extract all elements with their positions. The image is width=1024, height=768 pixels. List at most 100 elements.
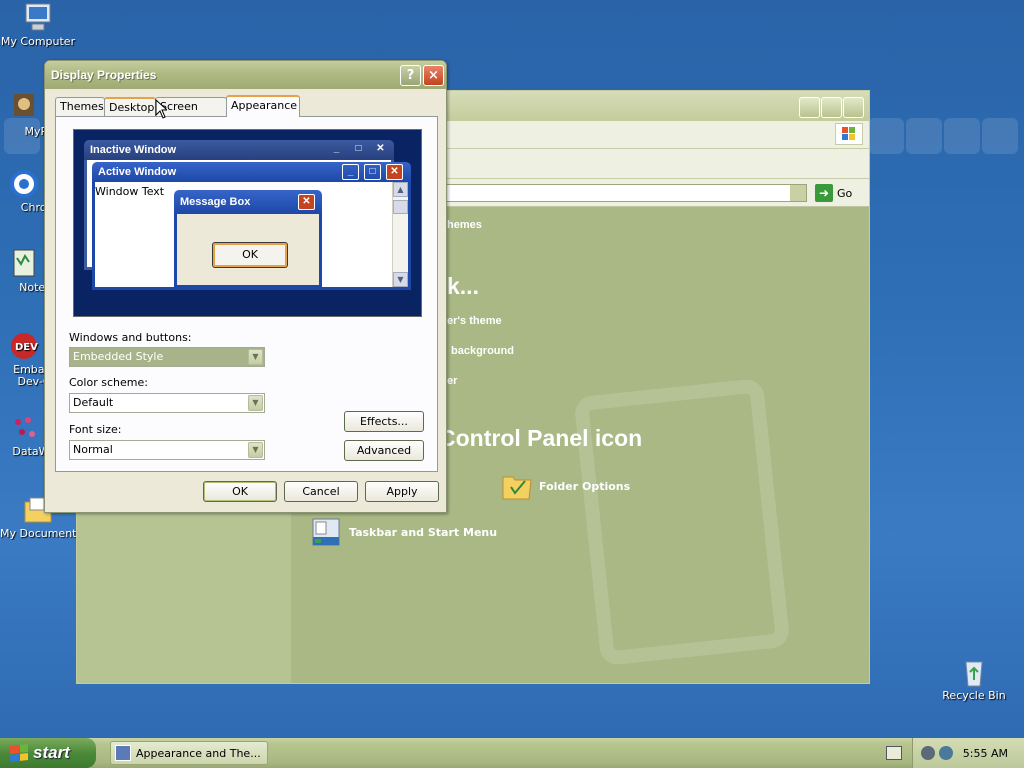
go-arrow-icon: ➜: [815, 184, 833, 202]
mouse-cursor-icon: [155, 98, 169, 122]
desktop-icon-label: My Documents: [0, 528, 76, 540]
scroll-up-icon: ▲: [393, 182, 408, 197]
preview-message-box: Message Box ✕ OK: [174, 190, 322, 290]
clock[interactable]: 5:55 AM: [963, 747, 1008, 760]
task-change-background[interactable]: background: [451, 345, 514, 357]
tab-strip: Themes Desktop Screen Saver Appearance: [55, 95, 300, 131]
preview-ok-button: OK: [212, 242, 288, 268]
desktop-icon-recycle-bin[interactable]: Recycle Bin: [936, 656, 1012, 702]
preview-msgbox-body: OK: [174, 214, 322, 288]
appearance-panel: Inactive Window _ □ ✕ Active Window _ □ …: [55, 116, 438, 472]
desktop-tile: [906, 118, 942, 154]
folder-options-icon: [501, 471, 533, 501]
windows-buttons-label: Windows and buttons:: [69, 331, 192, 344]
taskbar: start Appearance and The... 5:55 AM: [0, 738, 1024, 768]
font-size-label: Font size:: [69, 423, 122, 436]
svg-text:DEV: DEV: [15, 342, 38, 353]
close-icon: ✕: [386, 164, 403, 180]
desktop-tile: [944, 118, 980, 154]
dialog-title: Display Properties: [51, 68, 157, 82]
preview-msgbox-title: Message Box: [180, 196, 251, 208]
system-tray: 5:55 AM: [912, 738, 1024, 768]
computer-icon: [22, 2, 54, 34]
start-button[interactable]: start: [0, 738, 96, 768]
folder-options-label: Folder Options: [539, 479, 631, 493]
go-button[interactable]: ➜ Go: [815, 183, 852, 203]
display-properties-dialog[interactable]: Display Properties ? × Themes Desktop Sc…: [44, 60, 447, 513]
datawarrior-icon: [8, 412, 40, 444]
close-button[interactable]: ×: [423, 65, 444, 86]
desktop-icon-label: My Computer: [0, 36, 76, 48]
start-label: start: [33, 743, 70, 762]
desktop-tile: [868, 118, 904, 154]
advanced-button[interactable]: Advanced: [344, 440, 424, 461]
chevron-down-icon[interactable]: ▼: [248, 442, 263, 458]
devcpp-icon: DEV: [8, 330, 40, 362]
tab-desktop[interactable]: Desktop: [104, 97, 156, 117]
appearance-preview: Inactive Window _ □ ✕ Active Window _ □ …: [73, 129, 422, 317]
desktop-tile: [982, 118, 1018, 154]
volume-icon[interactable]: [938, 746, 953, 760]
desktop-icon-my-computer[interactable]: My Computer: [0, 2, 76, 48]
taskbar-start-menu-label: Taskbar and Start Menu: [349, 525, 498, 539]
preview-window-text: Window Text: [95, 185, 165, 198]
control-panel-icon: [115, 745, 131, 761]
color-scheme-label: Color scheme:: [69, 376, 148, 389]
windows-logo-icon: [835, 123, 863, 145]
go-label: Go: [837, 186, 853, 200]
color-scheme-value: Default: [73, 396, 114, 409]
network-icon[interactable]: [920, 746, 935, 760]
taskbar-button-label: Appearance and The...: [136, 746, 261, 760]
ok-button[interactable]: OK: [203, 481, 277, 502]
close-button[interactable]: [843, 97, 864, 118]
task-change-theme[interactable]: er's theme: [447, 315, 502, 327]
apply-button[interactable]: Apply: [365, 481, 439, 502]
chevron-down-icon[interactable]: ▼: [248, 395, 263, 411]
scroll-thumb: [393, 200, 408, 214]
color-scheme-select[interactable]: Default ▼: [69, 393, 265, 413]
minimize-icon: _: [333, 143, 340, 154]
font-size-select[interactable]: Normal ▼: [69, 440, 265, 460]
pick-task-heading: k...: [447, 273, 479, 299]
watermark-icon: [573, 377, 791, 667]
scroll-down-icon: ▼: [393, 272, 408, 287]
chevron-down-icon[interactable]: [790, 185, 806, 201]
pick-icon-heading: Control Panel icon: [439, 425, 643, 451]
desktop-icon-label: Recycle Bin: [942, 690, 1006, 702]
font-size-value: Normal: [73, 443, 113, 456]
keyboard-icon[interactable]: [886, 746, 902, 760]
minimize-button[interactable]: [799, 97, 820, 118]
effects-button[interactable]: Effects...: [344, 411, 424, 432]
taskbar-icon: [311, 517, 343, 547]
close-icon: ✕: [298, 194, 315, 210]
tab-appearance[interactable]: Appearance: [226, 95, 300, 117]
preview-active-titlebar: Active Window _ □ ✕: [92, 162, 411, 182]
cancel-button[interactable]: Cancel: [284, 481, 358, 502]
dialog-titlebar[interactable]: Display Properties ? ×: [45, 61, 446, 89]
preview-inactive-title: Inactive Window: [90, 144, 177, 156]
shortcut-icon: [8, 92, 40, 124]
windows-buttons-value: Embedded Style: [73, 350, 164, 363]
task-screen-saver[interactable]: er: [447, 375, 457, 387]
maximize-icon: □: [355, 143, 362, 154]
notepad-icon: [8, 248, 40, 280]
taskbar-button-appearance[interactable]: Appearance and The...: [110, 741, 268, 765]
minimize-icon: _: [342, 164, 359, 180]
maximize-icon: □: [364, 164, 381, 180]
preview-active-title: Active Window: [98, 166, 177, 178]
chevron-down-icon[interactable]: ▼: [248, 349, 263, 365]
close-icon: ✕: [376, 143, 385, 154]
windows-flag-icon: [10, 744, 28, 762]
preview-inactive-titlebar: Inactive Window _ □ ✕: [84, 140, 394, 160]
tab-themes[interactable]: Themes: [55, 97, 105, 117]
sidebar-link-themes[interactable]: hemes: [447, 219, 482, 231]
folder-options-item[interactable]: Folder Options: [501, 471, 630, 501]
recycle-bin-icon: [958, 656, 990, 688]
preview-scrollbar: ▲ ▼: [392, 182, 408, 287]
help-button[interactable]: ?: [400, 65, 421, 86]
taskbar-start-menu-item[interactable]: Taskbar and Start Menu: [311, 517, 497, 547]
chrome-icon: [8, 168, 40, 200]
maximize-button[interactable]: [821, 97, 842, 118]
windows-buttons-select[interactable]: Embedded Style ▼: [69, 347, 265, 367]
address-input[interactable]: [445, 184, 807, 202]
